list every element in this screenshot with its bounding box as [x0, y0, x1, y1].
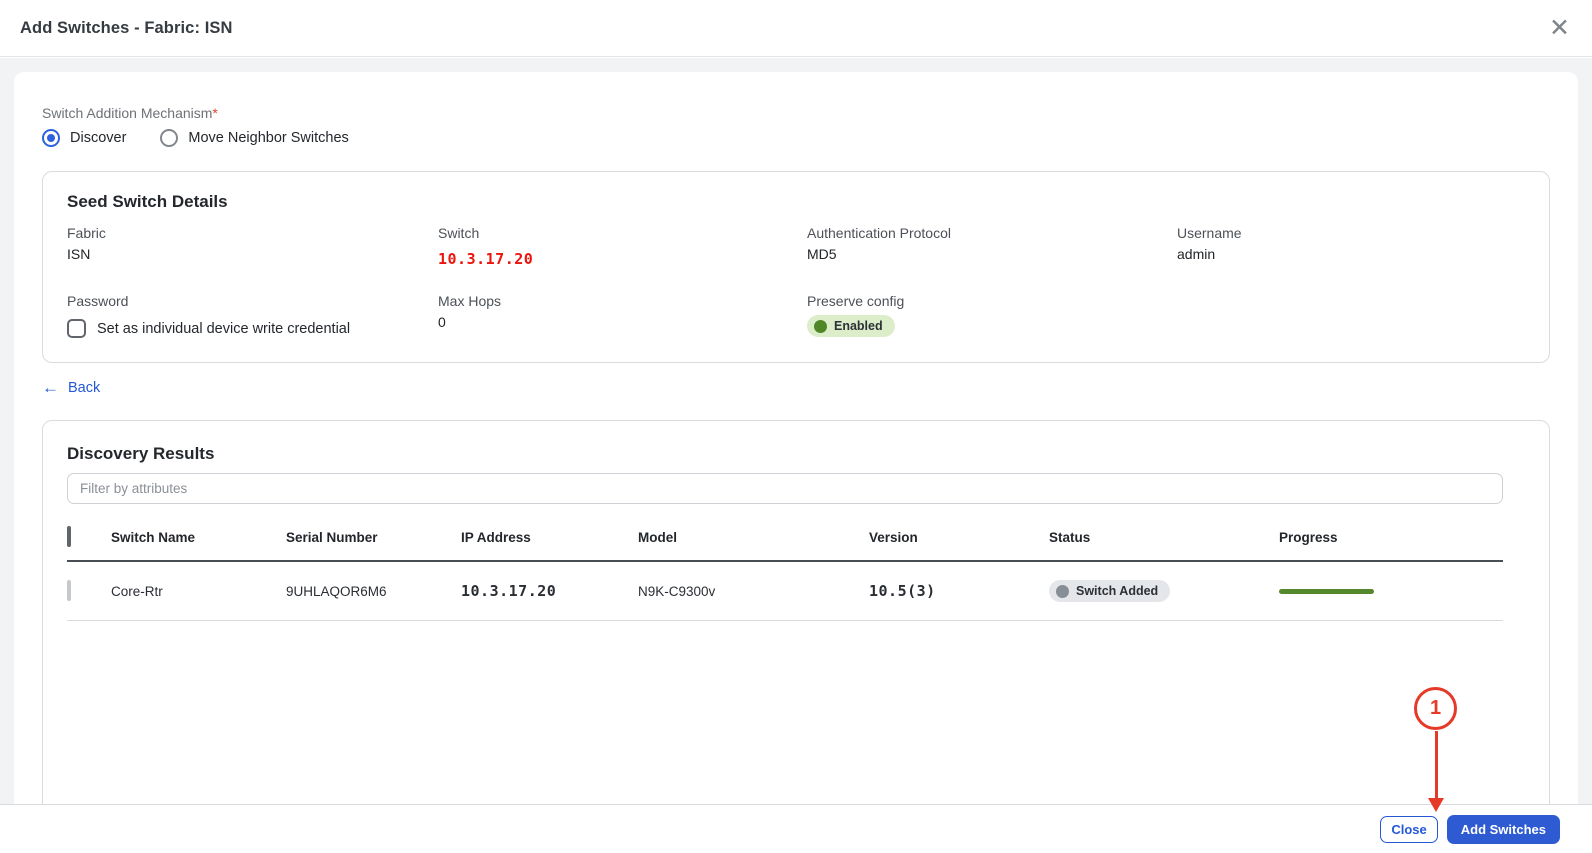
- radio-selected-icon[interactable]: [42, 129, 60, 147]
- field-label: Switch: [438, 225, 480, 241]
- dialog-title: Add Switches - Fabric: ISN: [20, 18, 233, 37]
- annotation-arrow-line: [1435, 731, 1438, 799]
- annotation-step-circle: 1: [1414, 687, 1457, 730]
- badge-label: Enabled: [834, 319, 883, 333]
- seed-card-title: Seed Switch Details: [67, 192, 228, 211]
- field-label: Authentication Protocol: [807, 225, 951, 241]
- dialog-header: Add Switches - Fabric: ISN ✕: [0, 0, 1592, 57]
- column-header-version[interactable]: Version: [869, 530, 1049, 545]
- field-value: 0: [438, 314, 446, 330]
- radio-unselected-icon[interactable]: [160, 129, 179, 147]
- switch-added-badge: Switch Added: [1049, 580, 1171, 602]
- field-value: MD5: [807, 246, 837, 262]
- filter-input[interactable]: [67, 473, 1503, 504]
- field-label: Max Hops: [438, 293, 502, 309]
- field-value: admin: [1177, 246, 1216, 262]
- required-asterisk: *: [212, 105, 218, 121]
- field-fabric: Fabric ISN: [67, 225, 438, 268]
- cell-serial-number: 9UHLAQOR6M6: [286, 583, 387, 599]
- dialog-body: Switch Addition Mechanism* Discover Move…: [0, 58, 1592, 804]
- add-switches-button[interactable]: Add Switches: [1446, 814, 1560, 844]
- mechanism-section: Switch Addition Mechanism* Discover Move…: [42, 105, 1550, 147]
- row-checkbox[interactable]: [67, 580, 71, 601]
- field-auth-protocol: Authentication Protocol MD5: [807, 225, 1177, 268]
- mechanism-radio-group: Discover Move Neighbor Switches: [42, 129, 1550, 147]
- badge-label: Switch Added: [1076, 584, 1159, 598]
- radio-option-move-neighbor[interactable]: Move Neighbor Switches: [160, 129, 349, 147]
- seed-fields-row-1: Fabric ISN Switch 10.3.17.20 Authenticat…: [67, 225, 1525, 268]
- cell-model: N9K-C9300v: [638, 583, 716, 599]
- field-label: Fabric: [67, 225, 106, 241]
- radio-option-label: Move Neighbor Switches: [188, 130, 349, 146]
- dialog-footer: Close Add Switches: [0, 804, 1592, 853]
- cell-version-highlighted: 10.5(3): [869, 582, 936, 600]
- enabled-status-badge: Enabled: [807, 315, 895, 337]
- table-header-row: Switch Name Serial Number IP Address Mod…: [67, 516, 1503, 562]
- checkbox-icon[interactable]: [67, 319, 86, 338]
- discovery-table: Switch Name Serial Number IP Address Mod…: [67, 516, 1503, 621]
- field-value: ISN: [67, 246, 91, 262]
- column-header-switch-name[interactable]: Switch Name: [111, 530, 286, 545]
- column-header-status[interactable]: Status: [1049, 530, 1279, 545]
- column-header-serial-number[interactable]: Serial Number: [286, 530, 461, 545]
- table-row: Core-Rtr 9UHLAQOR6M6 10.3.17.20 N9K-C930…: [67, 562, 1503, 621]
- field-label: Username: [1177, 225, 1242, 241]
- column-header-ip-address[interactable]: IP Address: [461, 530, 638, 545]
- seed-switch-details-card: Seed Switch Details Fabric ISN Switch 10…: [42, 171, 1550, 363]
- mechanism-label: Switch Addition Mechanism*: [42, 105, 1550, 121]
- field-preserve-config: Preserve config Enabled: [807, 293, 1177, 338]
- checkbox-label: Set as individual device write credentia…: [97, 320, 351, 337]
- mechanism-label-text: Switch Addition Mechanism: [42, 105, 213, 121]
- close-button[interactable]: Close: [1380, 815, 1438, 843]
- radio-option-label: Discover: [70, 130, 127, 146]
- cell-status: Switch Added: [1049, 580, 1279, 602]
- cell-ip-address-highlighted: 10.3.17.20: [461, 582, 557, 600]
- field-label: Password: [67, 293, 129, 309]
- back-arrow-icon: ←: [42, 378, 59, 397]
- back-link-label: Back: [68, 379, 101, 396]
- seed-fields-row-2: Password Set as individual device write …: [67, 293, 1525, 338]
- status-dot-icon: [814, 319, 827, 333]
- field-username: Username admin: [1177, 225, 1525, 268]
- field-value-highlighted: 10.3.17.20: [438, 250, 534, 268]
- annotation-arrow-head-icon: [1428, 798, 1444, 812]
- field-password: Password Set as individual device write …: [67, 293, 438, 338]
- row-select-cell: [67, 580, 111, 601]
- cell-switch-name: Core-Rtr: [111, 583, 163, 599]
- progress-bar: [1279, 588, 1374, 594]
- discovery-card-title: Discovery Results: [67, 444, 215, 463]
- back-link[interactable]: ← Back: [42, 379, 100, 396]
- select-all-checkbox[interactable]: [67, 526, 71, 547]
- status-dot-icon: [1056, 584, 1069, 598]
- field-max-hops: Max Hops 0: [438, 293, 807, 338]
- column-header-model[interactable]: Model: [638, 530, 869, 545]
- add-switches-dialog: Add Switches - Fabric: ISN ✕ Switch Addi…: [0, 0, 1592, 853]
- discovery-results-card: Discovery Results Switch Name Serial Num…: [42, 420, 1550, 804]
- column-header-progress[interactable]: Progress: [1279, 530, 1503, 545]
- close-icon[interactable]: ✕: [1549, 15, 1570, 41]
- radio-option-discover[interactable]: Discover: [42, 129, 126, 147]
- cell-progress: [1279, 588, 1503, 594]
- field-label: Preserve config: [807, 293, 905, 309]
- write-credential-option[interactable]: Set as individual device write credentia…: [67, 319, 438, 338]
- field-switch: Switch 10.3.17.20: [438, 225, 807, 268]
- content-panel: Switch Addition Mechanism* Discover Move…: [14, 72, 1578, 804]
- select-all-cell: [67, 526, 111, 547]
